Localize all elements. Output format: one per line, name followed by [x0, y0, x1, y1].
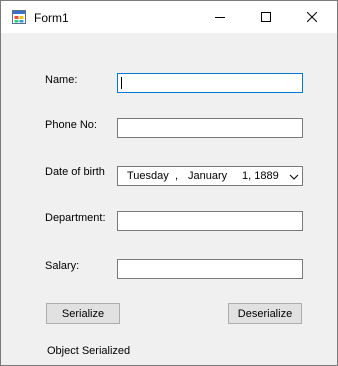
close-button[interactable] — [289, 1, 335, 33]
window-title: Form1 — [34, 11, 69, 25]
phone-label: Phone No: — [45, 119, 97, 131]
chevron-down-icon[interactable] — [288, 171, 300, 183]
serialize-button[interactable]: Serialize — [46, 303, 120, 324]
dob-label: Date of birth — [45, 166, 105, 178]
dob-day-year[interactable]: 1, 1889 — [242, 170, 279, 182]
department-input[interactable] — [118, 212, 302, 230]
salary-input[interactable] — [118, 260, 302, 278]
phone-field[interactable] — [117, 118, 303, 138]
name-field[interactable] — [117, 73, 303, 93]
deserialize-button[interactable]: Deserialize — [228, 303, 302, 324]
phone-input[interactable] — [118, 119, 302, 137]
name-input[interactable] — [118, 74, 302, 92]
minimize-button[interactable] — [197, 1, 243, 33]
text-caret — [121, 77, 122, 89]
maximize-button[interactable] — [243, 1, 289, 33]
minimize-icon — [215, 17, 225, 18]
dob-weekday[interactable]: Tuesday — [127, 170, 169, 182]
status-label: Object Serialized — [47, 345, 131, 357]
salary-field[interactable] — [117, 259, 303, 279]
department-label: Department: — [45, 212, 106, 224]
dob-separator: , — [175, 170, 179, 182]
form-window: Form1 Name: Phone No: Date of birth Tues… — [0, 0, 338, 366]
form-icon — [12, 10, 26, 24]
department-field[interactable] — [117, 211, 303, 231]
name-label: Name: — [45, 74, 78, 86]
maximize-icon — [261, 12, 271, 22]
date-of-birth-picker[interactable]: Tuesday , January 1, 1889 — [117, 166, 303, 186]
close-icon — [307, 12, 317, 22]
dob-month[interactable]: January — [188, 170, 227, 182]
title-bar[interactable]: Form1 — [1, 1, 337, 33]
salary-label: Salary: — [45, 260, 80, 272]
